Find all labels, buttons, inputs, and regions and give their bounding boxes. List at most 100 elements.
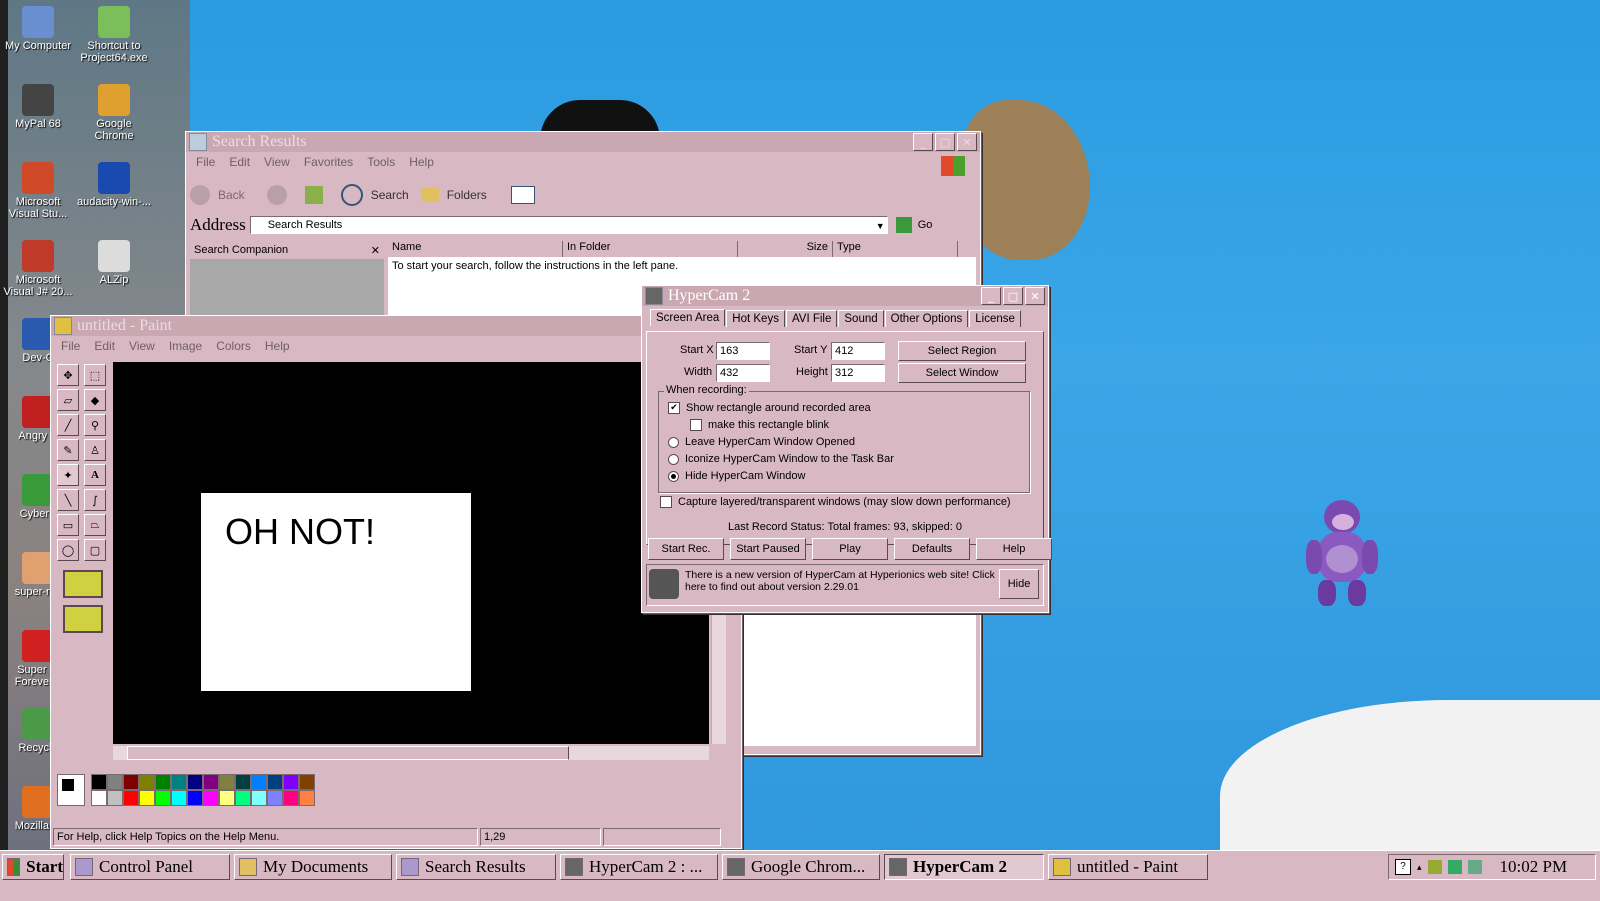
tab-license[interactable]: License xyxy=(969,310,1021,327)
paint-menu-view[interactable]: View xyxy=(129,339,155,353)
hc-minimize-button[interactable]: _ xyxy=(981,287,1001,305)
paint-menu-file[interactable]: File xyxy=(61,339,80,353)
desktop-icon[interactable]: MyPal 68 xyxy=(0,84,76,130)
palette-swatch[interactable] xyxy=(267,774,283,790)
select-region-button[interactable]: Select Region xyxy=(898,341,1026,361)
defaults-button[interactable]: Defaults xyxy=(894,538,970,560)
palette-swatch[interactable] xyxy=(235,790,251,806)
help-button[interactable]: Help xyxy=(976,538,1052,560)
go-arrow-icon[interactable] xyxy=(895,217,912,233)
start-y-input[interactable]: 412 xyxy=(831,342,885,360)
paint-menu-edit[interactable]: Edit xyxy=(94,339,115,353)
paint-menu-colors[interactable]: Colors xyxy=(216,339,251,353)
tab-sound[interactable]: Sound xyxy=(838,310,884,327)
rectangle-tool-icon[interactable]: ▭ xyxy=(57,514,79,536)
magnifier-tool-icon[interactable]: ⚲ xyxy=(84,414,106,436)
start-x-input[interactable]: 163 xyxy=(716,342,770,360)
pencil-tool-icon[interactable]: ✎ xyxy=(57,439,79,461)
palette-swatch[interactable] xyxy=(91,774,107,790)
paint-titlebar[interactable]: untitled - Paint xyxy=(51,316,741,336)
hc-maximize-button[interactable]: □ xyxy=(1003,287,1023,305)
task-my-documents[interactable]: My Documents xyxy=(234,854,392,880)
palette-swatch[interactable] xyxy=(107,790,123,806)
hypercam-titlebar[interactable]: HyperCam 2 _ □ ✕ xyxy=(642,286,1048,306)
notice-text[interactable]: There is a new version of HyperCam at Hy… xyxy=(685,569,995,593)
layered-option[interactable]: Capture layered/transparent windows (may… xyxy=(660,496,1011,509)
palette-swatch[interactable] xyxy=(283,774,299,790)
col-name[interactable]: Name xyxy=(388,241,563,257)
palette-swatch[interactable] xyxy=(235,774,251,790)
height-input[interactable]: 312 xyxy=(831,364,885,382)
hide-notice-button[interactable]: Hide xyxy=(999,569,1039,599)
palette-swatch[interactable] xyxy=(123,774,139,790)
palette-swatch[interactable] xyxy=(299,774,315,790)
text-tool-icon[interactable]: A xyxy=(84,464,106,486)
task-control-panel[interactable]: Control Panel xyxy=(70,854,230,880)
iconize-radio[interactable] xyxy=(668,453,679,465)
palette-swatch[interactable] xyxy=(155,790,171,806)
palette-swatch[interactable] xyxy=(219,774,235,790)
desktop-icon[interactable]: Microsoft Visual J# 20... xyxy=(0,240,76,298)
palette-swatch[interactable] xyxy=(139,790,155,806)
palette-swatch[interactable] xyxy=(91,790,107,806)
menu-help[interactable]: Help xyxy=(409,155,434,169)
tool-option-1-icon[interactable] xyxy=(63,570,103,598)
palette-swatch[interactable] xyxy=(267,790,283,806)
polygon-tool-icon[interactable]: ⏢ xyxy=(84,514,106,536)
task-hypercam-1[interactable]: HyperCam 2 : ... xyxy=(560,854,718,880)
tab-hot-keys[interactable]: Hot Keys xyxy=(726,310,785,327)
palette-swatch[interactable] xyxy=(251,774,267,790)
desktop-icon[interactable]: My Computer xyxy=(0,6,76,52)
col-in-folder[interactable]: In Folder xyxy=(563,241,738,257)
start-paused-button[interactable]: Start Paused xyxy=(730,538,806,560)
task-hypercam-2[interactable]: HyperCam 2 xyxy=(884,854,1044,880)
hide-window-radio[interactable] xyxy=(668,470,679,482)
address-input[interactable]: Search Results ▼ xyxy=(249,216,888,234)
palette-swatch[interactable] xyxy=(283,790,299,806)
show-rect-checkbox[interactable]: ✔ xyxy=(668,402,680,415)
start-button[interactable]: Start xyxy=(2,854,64,880)
desktop-icon[interactable]: ALZip xyxy=(76,240,152,286)
go-button[interactable]: Go xyxy=(918,219,933,231)
desktop-icon[interactable]: Microsoft Visual Stu... xyxy=(0,162,76,220)
desktop-icon[interactable]: audacity-win-... xyxy=(76,162,152,208)
free-select-tool-icon[interactable]: ✥ xyxy=(57,364,79,386)
fill-tool-icon[interactable]: ◆ xyxy=(84,389,106,411)
bonzi-character[interactable] xyxy=(1306,500,1378,610)
minimize-button[interactable]: _ xyxy=(913,133,933,151)
palette-swatch[interactable] xyxy=(203,790,219,806)
search-button[interactable]: Search xyxy=(371,188,409,202)
rect-select-tool-icon[interactable]: ⬚ xyxy=(84,364,106,386)
close-button[interactable]: ✕ xyxy=(957,133,977,151)
palette-swatch[interactable] xyxy=(187,790,203,806)
brush-tool-icon[interactable]: ♙ xyxy=(84,439,106,461)
menu-view[interactable]: View xyxy=(264,155,290,169)
menu-file[interactable]: File xyxy=(196,155,215,169)
col-size[interactable]: Size xyxy=(738,241,833,257)
palette-swatch[interactable] xyxy=(251,790,267,806)
task-search-results[interactable]: Search Results xyxy=(396,854,556,880)
tab-other-options[interactable]: Other Options xyxy=(884,310,969,327)
menu-tools[interactable]: Tools xyxy=(367,155,395,169)
palette-swatch[interactable] xyxy=(155,774,171,790)
clock[interactable]: 10:02 PM xyxy=(1500,857,1568,877)
color-picker-tool-icon[interactable]: ╱ xyxy=(57,414,79,436)
palette-swatch[interactable] xyxy=(107,774,123,790)
blink-checkbox[interactable] xyxy=(690,419,702,432)
rounded-rect-tool-icon[interactable]: ▢ xyxy=(84,539,106,561)
width-input[interactable]: 432 xyxy=(716,364,770,382)
palette-swatch[interactable] xyxy=(171,790,187,806)
back-button-label[interactable]: Back xyxy=(218,188,245,202)
tray-app-icon-2[interactable] xyxy=(1447,860,1462,874)
airbrush-tool-icon[interactable]: ✦ xyxy=(57,464,79,486)
show-rect-option[interactable]: ✔ Show rectangle around recorded area xyxy=(668,402,871,415)
desktop-icon[interactable]: Shortcut to Project64.exe xyxy=(76,6,152,64)
paint-menu-image[interactable]: Image xyxy=(169,339,202,353)
views-icon[interactable] xyxy=(510,186,535,204)
eraser-tool-icon[interactable]: ▱ xyxy=(57,389,79,411)
menu-favorites[interactable]: Favorites xyxy=(304,155,353,169)
desktop-icon[interactable]: Google Chrome xyxy=(76,84,152,142)
palette-swatch[interactable] xyxy=(187,774,203,790)
paint-h-scrollbar[interactable] xyxy=(113,746,709,760)
forward-arrow-icon[interactable] xyxy=(266,185,287,205)
